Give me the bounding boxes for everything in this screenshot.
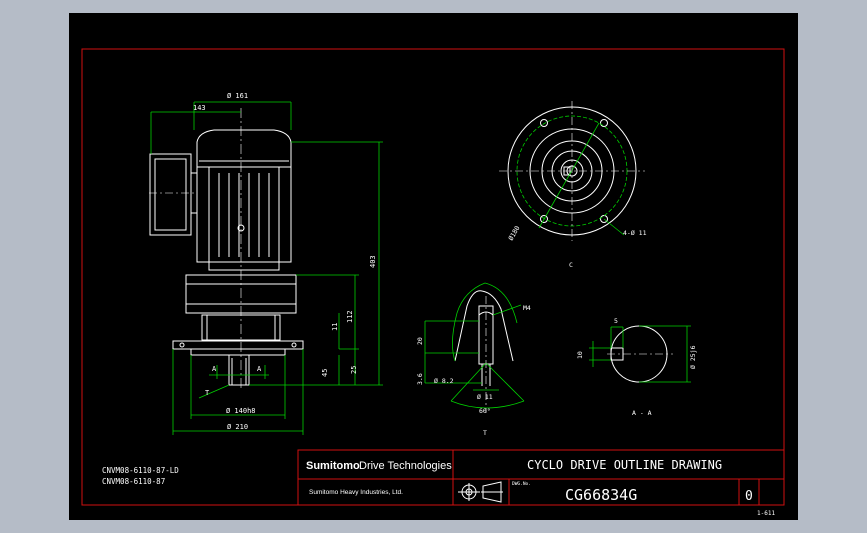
dim-3-6: 3.6 [416, 373, 424, 385]
revision: 0 [745, 489, 753, 504]
dim-key-10: 10 [576, 351, 584, 359]
flange-dimension-text: Ø180 4-Ø 11 C [507, 224, 647, 269]
dim-112: 112 [346, 310, 354, 323]
dwg-no-label: DWG.No. [512, 481, 531, 487]
section-mark-a2: A [257, 365, 262, 373]
cad-drawing-viewport[interactable]: Sumitomo Drive Technologies Sumitomo Hea… [69, 13, 798, 520]
dim-11: 11 [331, 323, 339, 331]
dim-pcd: Ø180 [507, 224, 522, 242]
dim-20: 20 [416, 337, 424, 345]
dim-403: 403 [369, 255, 377, 268]
dim-m4: M4 [523, 304, 531, 312]
dim-25: 25 [350, 366, 358, 374]
projection-symbol [458, 481, 503, 503]
dim-d11-shaft: Ø 11 [477, 393, 493, 401]
dim-d140: Ø 140h8 [226, 407, 256, 415]
view-label-c: C [569, 261, 573, 269]
section-mark-a1: A [212, 365, 217, 373]
brand-logo: Sumitomo Drive Technologies Sumitomo Hea… [306, 460, 452, 496]
dim-key-5: 5 [614, 317, 618, 325]
section-label-a-a: A - A [632, 409, 652, 417]
detail-t-view [454, 290, 514, 386]
dim-angle: 60° [479, 407, 491, 415]
dim-d8-2: Ø 8.2 [434, 377, 454, 385]
motor-side-view [149, 129, 304, 386]
parent-company: Sumitomo Heavy Industries, Ltd. [309, 489, 403, 496]
drawing-number: CG66834G [565, 486, 637, 504]
sheet-number: 1-611 [757, 510, 775, 517]
brand-name-light: Drive Technologies [359, 460, 452, 472]
dim-45: 45 [321, 369, 329, 377]
main-dimensions [150, 101, 383, 435]
dim-143: 143 [193, 104, 206, 112]
section-dimension-text: 5 10 Ø 25j6 A - A [576, 317, 697, 417]
drawing-title: CYCLO DRIVE OUTLINE DRAWING [527, 458, 722, 472]
drawing-sheet: Sumitomo Drive Technologies Sumitomo Hea… [81, 48, 785, 517]
dim-shaft-d25: Ø 25j6 [689, 345, 697, 369]
detail-label-t: T [483, 429, 487, 437]
model-code-2: CNVM08-6110-87 [102, 477, 165, 486]
detail-t-dimension-text: M4 20 3.6 Ø 8.2 Ø 11 60° T [416, 304, 531, 437]
dim-d210: Ø 210 [227, 423, 248, 431]
dim-holes: 4-Ø 11 [623, 229, 647, 237]
brand-name-bold: Sumitomo [306, 460, 360, 472]
model-code-1: CNVM08-6110-87-LD [102, 466, 179, 475]
dim-d161: Ø 161 [227, 92, 248, 100]
detail-mark-t: T [205, 389, 210, 397]
sheet-border [81, 48, 785, 506]
